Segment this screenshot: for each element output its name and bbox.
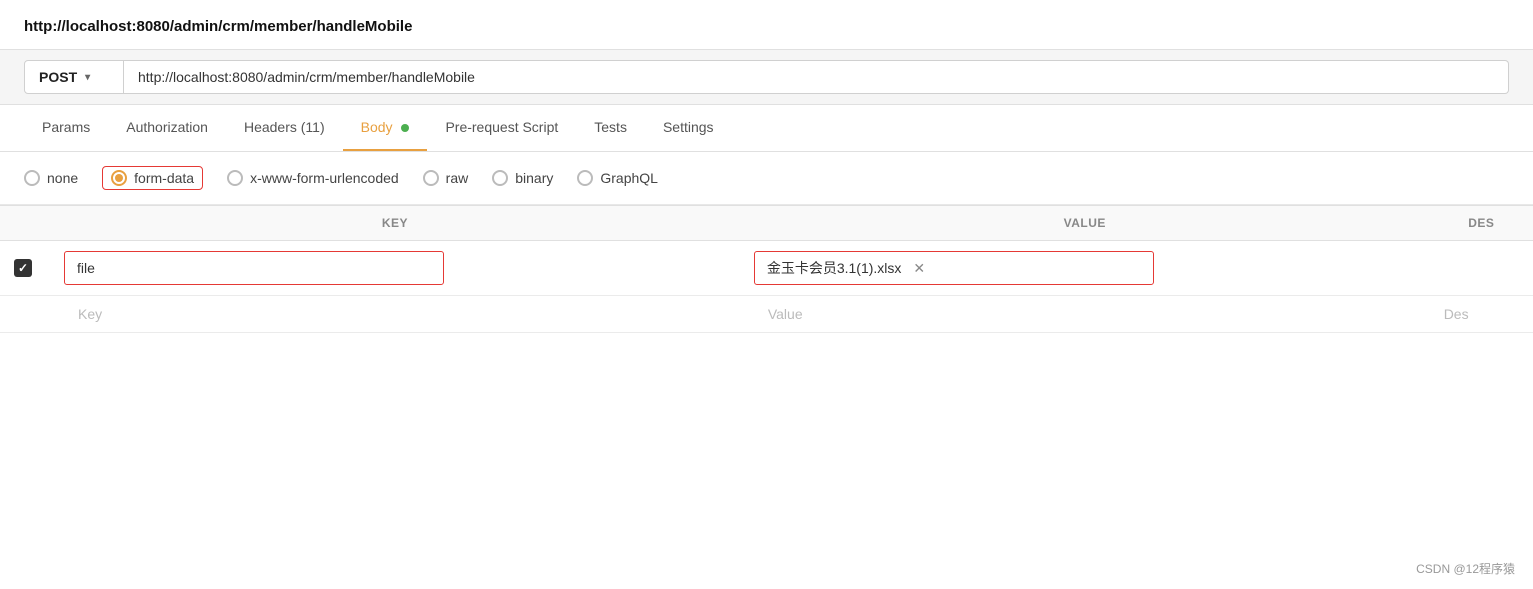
desc-placeholder: Des [1444,306,1469,322]
body-type-bar: none form-data x-www-form-urlencoded raw… [0,152,1533,205]
row-desc-cell [1430,241,1533,296]
row-checkbox-cell [0,241,50,296]
tab-body[interactable]: Body [343,105,428,151]
body-dot-icon [401,124,409,132]
radio-urlencoded[interactable]: x-www-form-urlencoded [227,170,399,186]
radio-graphql[interactable]: GraphQL [577,170,658,186]
tab-headers[interactable]: Headers (11) [226,105,343,151]
empty-checkbox-cell [0,296,50,333]
watermark: CSDN @12程序猿 [1416,560,1515,577]
tabs-bar: Params Authorization Headers (11) Body P… [0,105,1533,152]
radio-circle-form-data [111,170,127,186]
key-input[interactable] [64,251,444,285]
page-container: http://localhost:8080/admin/crm/member/h… [0,0,1533,589]
radio-circle-raw [423,170,439,186]
method-selector[interactable]: POST ▾ [24,60,124,94]
table-header: KEY VALUE DES [0,206,1533,241]
empty-value-cell[interactable]: Value [740,296,1430,333]
radio-circle-binary [492,170,508,186]
page-title: http://localhost:8080/admin/crm/member/h… [24,18,412,35]
th-description: DES [1430,206,1533,241]
file-remove-icon[interactable]: ✕ [913,260,925,277]
table-row: 金玉卡会员3.1(1).xlsx ✕ [0,241,1533,296]
radio-circle-none [24,170,40,186]
row-value-cell: 金玉卡会员3.1(1).xlsx ✕ [740,241,1430,296]
method-chevron-icon: ▾ [85,72,90,83]
tab-tests[interactable]: Tests [576,105,645,151]
title-bar: http://localhost:8080/admin/crm/member/h… [0,0,1533,49]
empty-key-cell[interactable]: Key [50,296,740,333]
file-name-label: 金玉卡会员3.1(1).xlsx [767,258,902,278]
headers-badge: (11) [301,119,325,135]
empty-row: Key Value Des [0,296,1533,333]
method-label: POST [39,69,77,85]
empty-desc-cell: Des [1430,296,1533,333]
radio-none[interactable]: none [24,170,78,186]
radio-circle-graphql [577,170,593,186]
radio-form-data[interactable]: form-data [102,166,203,190]
radio-binary[interactable]: binary [492,170,553,186]
radio-raw[interactable]: raw [423,170,469,186]
value-placeholder: Value [754,298,817,330]
tab-pre-request[interactable]: Pre-request Script [427,105,576,151]
th-key: KEY [50,206,740,241]
row-checkbox[interactable] [14,259,32,277]
tab-settings[interactable]: Settings [645,105,732,151]
form-data-table: KEY VALUE DES 金玉卡会员3.1(1).xlsx [0,205,1533,333]
url-input[interactable] [124,60,1509,94]
tab-authorization[interactable]: Authorization [108,105,226,151]
file-value-box: 金玉卡会员3.1(1).xlsx ✕ [754,251,1154,285]
th-value: VALUE [740,206,1430,241]
tab-params[interactable]: Params [24,105,108,151]
key-placeholder: Key [64,298,116,330]
th-checkbox [0,206,50,241]
row-key-cell [50,241,740,296]
url-bar: POST ▾ [0,49,1533,105]
table-wrapper: KEY VALUE DES 金玉卡会员3.1(1).xlsx [0,205,1533,333]
radio-circle-urlencoded [227,170,243,186]
